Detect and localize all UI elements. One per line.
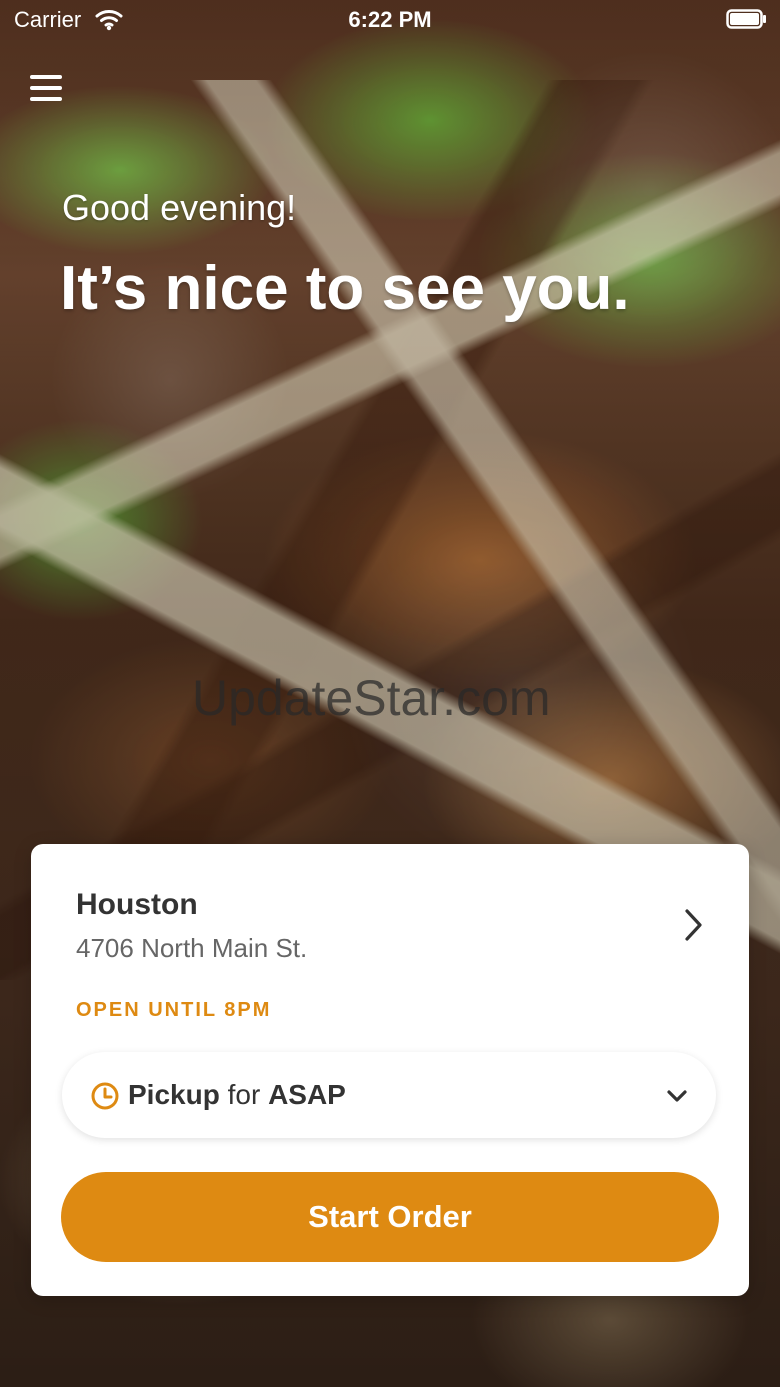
clock-icon bbox=[91, 1082, 119, 1110]
pickup-time-selector[interactable]: Pickup for ASAP bbox=[62, 1052, 716, 1138]
hamburger-menu-icon-line bbox=[30, 97, 62, 101]
store-name: Houston bbox=[76, 888, 198, 921]
status-time: 6:22 PM bbox=[348, 7, 432, 32]
greeting-text: Good evening! bbox=[62, 187, 297, 228]
pickup-connector-label: for bbox=[227, 1079, 261, 1110]
pickup-mode-label: Pickup bbox=[128, 1079, 220, 1110]
pickup-time-label: ASAP bbox=[268, 1079, 346, 1110]
hamburger-menu-icon-line bbox=[30, 86, 62, 90]
store-location-button[interactable]: Houston 4706 North Main St. bbox=[31, 844, 749, 968]
chevron-down-icon bbox=[667, 1090, 687, 1102]
chevron-right-icon bbox=[685, 909, 702, 941]
status-bar: Carrier 6:22 PM bbox=[0, 0, 780, 44]
store-hours-badge: OPEN UNTIL 8PM bbox=[76, 999, 272, 1021]
pickup-summary: Pickup for ASAP bbox=[128, 1079, 346, 1111]
store-address: 4706 North Main St. bbox=[76, 933, 308, 963]
watermark-text: UpdateStar.com bbox=[192, 670, 551, 726]
welcome-headline: It’s nice to see you. bbox=[60, 254, 630, 323]
order-card: Houston 4706 North Main St. OPEN UNTIL 8… bbox=[31, 844, 749, 1296]
hamburger-menu-button[interactable] bbox=[30, 74, 64, 104]
start-order-button[interactable]: Start Order bbox=[61, 1172, 719, 1262]
battery-icon bbox=[726, 9, 766, 29]
hamburger-menu-icon-line bbox=[30, 75, 62, 79]
